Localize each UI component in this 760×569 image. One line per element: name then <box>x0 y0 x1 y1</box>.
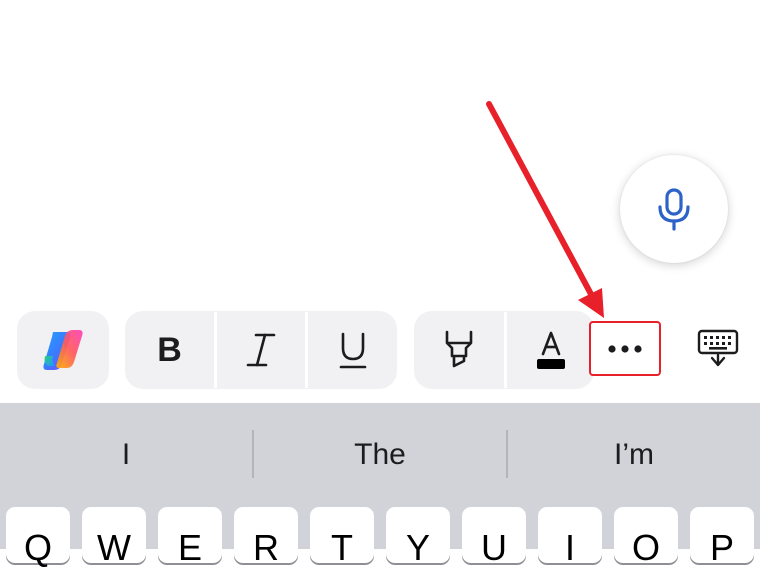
suggestion-label: I <box>121 438 131 471</box>
key-r[interactable]: R <box>234 507 298 568</box>
key-label: E <box>177 527 202 568</box>
key-label: R <box>253 527 279 568</box>
italic-button[interactable] <box>217 311 305 389</box>
font-color-button[interactable] <box>507 311 594 389</box>
suggestion-1[interactable]: I <box>0 430 252 480</box>
highlight-button[interactable] <box>414 311 504 389</box>
key-q[interactable]: Q <box>6 507 70 568</box>
key-label: T <box>331 527 353 568</box>
italic-icon <box>246 333 276 367</box>
suggestion-3[interactable]: I’m <box>508 430 760 480</box>
key-p[interactable]: P <box>690 507 754 568</box>
ellipsis-icon <box>608 344 642 353</box>
key-label: Y <box>405 527 430 568</box>
key-label: Q <box>23 527 52 568</box>
more-options-button[interactable] <box>589 321 661 376</box>
font-color-icon <box>536 331 565 369</box>
key-label: P <box>709 527 734 568</box>
bold-label: B <box>157 330 182 369</box>
key-i[interactable]: I <box>538 507 602 568</box>
suggestion-2[interactable]: The <box>254 430 506 480</box>
key-w[interactable]: W <box>82 507 146 568</box>
keyboard-dismiss-icon <box>697 329 739 367</box>
key-e[interactable]: E <box>158 507 222 568</box>
bold-button[interactable]: B <box>125 311 214 389</box>
key-u[interactable]: U <box>462 507 526 568</box>
highlighter-icon <box>445 330 473 368</box>
suggestion-label: I’m <box>614 438 654 471</box>
key-label: O <box>631 527 660 568</box>
dismiss-keyboard-button[interactable] <box>688 318 748 378</box>
suggestion-label: The <box>354 438 406 471</box>
key-label: I <box>564 527 575 568</box>
underline-button[interactable] <box>308 311 397 389</box>
dictate-mic-button[interactable] <box>620 155 728 263</box>
key-t[interactable]: T <box>310 507 374 568</box>
key-o[interactable]: O <box>614 507 678 568</box>
microphone-icon <box>658 188 690 231</box>
underline-icon <box>339 332 366 369</box>
copilot-icon <box>17 311 109 389</box>
key-label: U <box>481 527 507 568</box>
key-y[interactable]: Y <box>386 507 450 568</box>
key-label: W <box>97 527 131 568</box>
